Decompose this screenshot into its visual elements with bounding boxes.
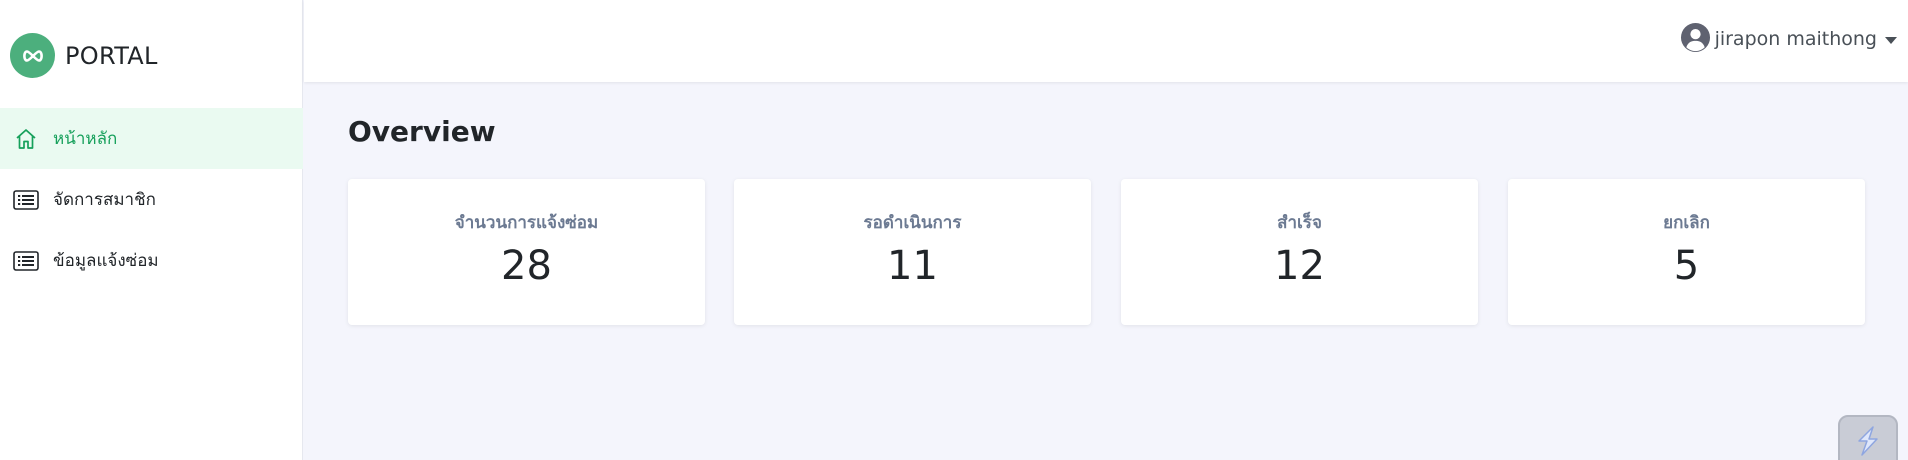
sidebar-item-label: ข้อมูลแจ้งซ่อม	[53, 251, 159, 271]
brand[interactable]: PORTAL	[10, 33, 158, 78]
user-circle-icon	[1680, 22, 1711, 57]
stat-card-total-repairs: จำนวนการแจ้งซ่อม 28	[348, 179, 705, 325]
sidebar-item-label: จัดการสมาชิก	[53, 190, 156, 210]
sidebar-item-members[interactable]: จัดการสมาชิก	[0, 169, 303, 230]
caret-down-icon	[1885, 30, 1897, 49]
stat-card-completed: สำเร็จ 12	[1121, 179, 1478, 325]
sidebar-item-repairs[interactable]: ข้อมูลแจ้งซ่อม	[0, 230, 303, 291]
infinity-icon	[10, 33, 55, 78]
stat-card-cancelled: ยกเลิก 5	[1508, 179, 1865, 325]
sidebar-item-label: หน้าหลัก	[53, 129, 118, 149]
stat-card-label: สำเร็จ	[1277, 213, 1322, 233]
stat-card-label: ยกเลิก	[1663, 213, 1710, 233]
stat-card-value: 28	[501, 243, 552, 289]
stat-card-pending: รอดำเนินการ 11	[734, 179, 1091, 325]
user-menu[interactable]: jirapon maithong	[1680, 22, 1897, 57]
topbar: jirapon maithong	[304, 0, 1908, 82]
list-icon	[13, 248, 39, 274]
stat-card-label: รอดำเนินการ	[863, 213, 962, 233]
user-name: jirapon maithong	[1714, 28, 1877, 50]
floating-widget-button[interactable]	[1838, 415, 1898, 460]
page-title: Overview	[348, 115, 496, 148]
sidebar-nav: หน้าหลัก จัดการสมาชิก ข้อมูลแจ้งซ่อม	[0, 108, 303, 291]
lightning-icon	[1853, 425, 1883, 460]
stat-card-label: จำนวนการแจ้งซ่อม	[454, 213, 599, 233]
stat-card-value: 5	[1673, 243, 1700, 289]
sidebar: PORTAL หน้าหลัก จัดการสมาชิก ข้อมูลแจ้งซ…	[0, 0, 303, 460]
brand-name: PORTAL	[65, 41, 158, 70]
stat-card-value: 11	[887, 243, 938, 289]
home-icon	[13, 126, 39, 152]
stat-card-value: 12	[1274, 243, 1325, 289]
list-icon	[13, 187, 39, 213]
sidebar-item-home[interactable]: หน้าหลัก	[0, 108, 303, 169]
